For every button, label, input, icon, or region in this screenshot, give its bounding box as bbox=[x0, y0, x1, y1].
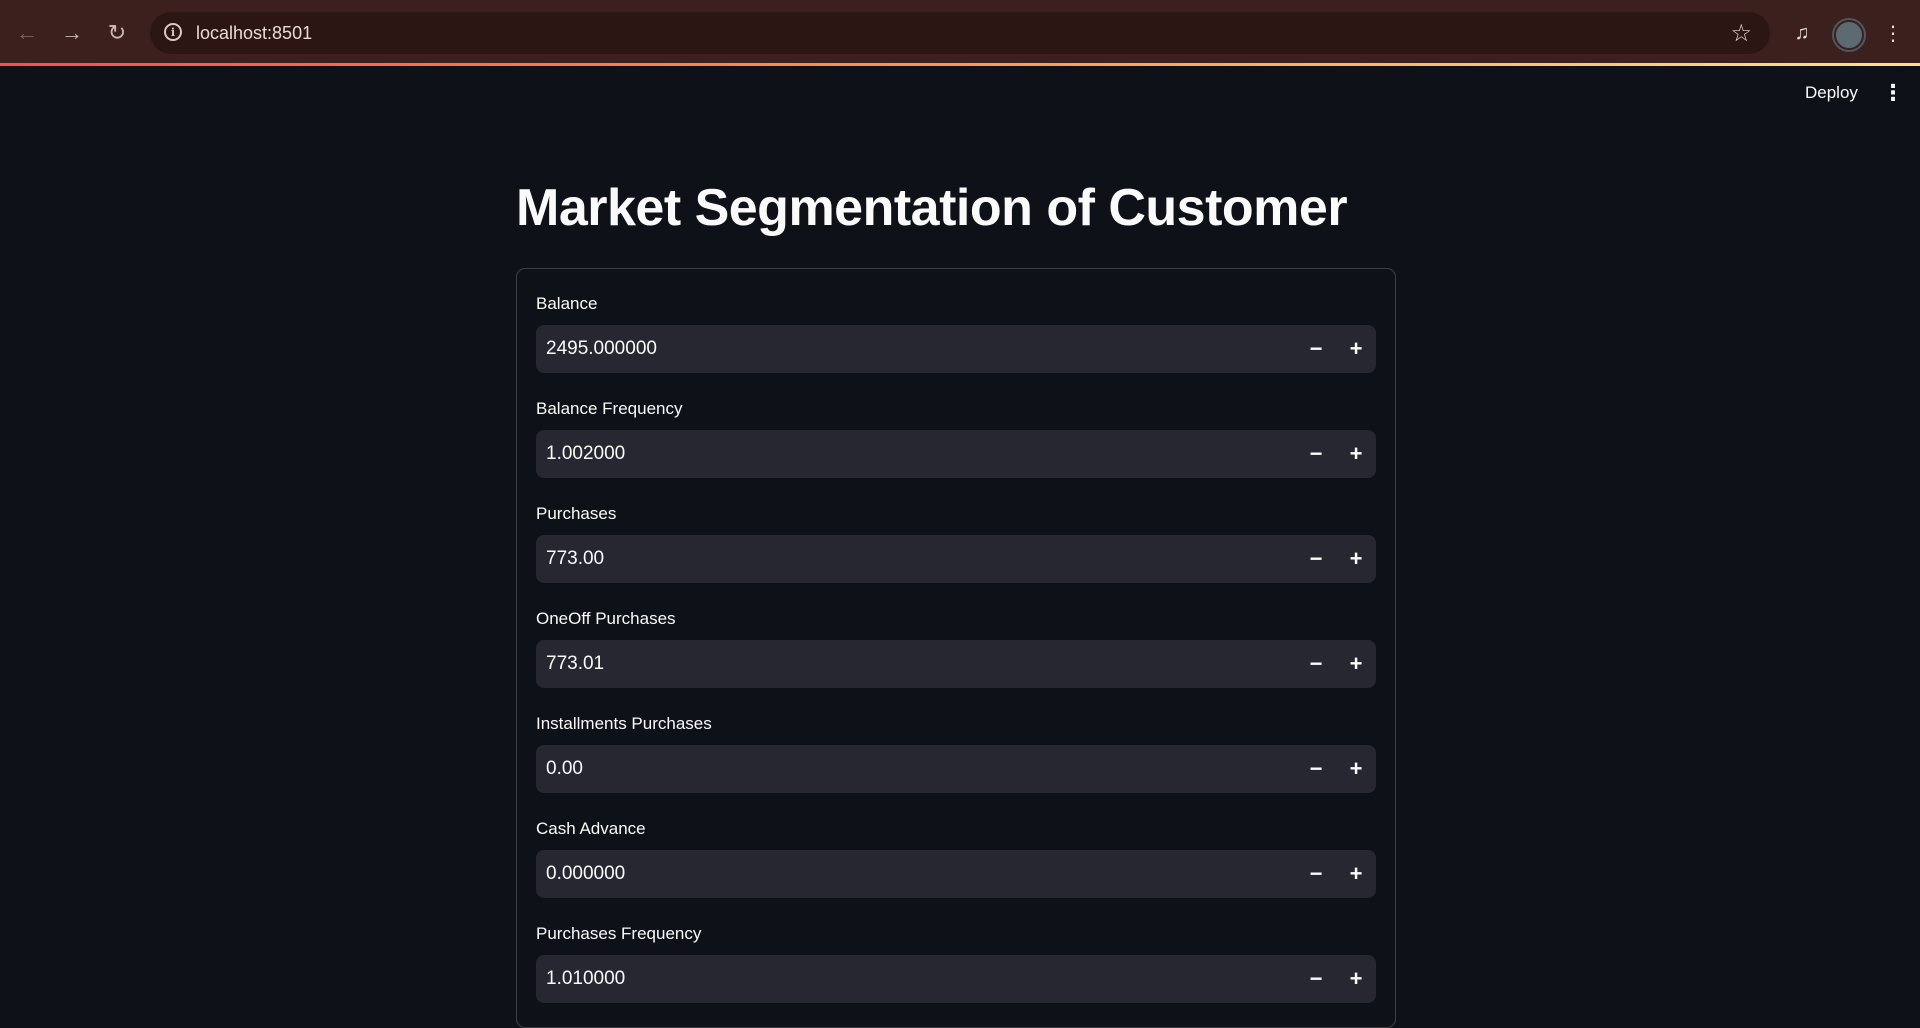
number-input: 773.01 − + bbox=[536, 640, 1376, 688]
purchases-field: Purchases 773.00 − + bbox=[536, 503, 1376, 583]
increment-button[interactable]: + bbox=[1336, 535, 1376, 583]
decrement-button[interactable]: − bbox=[1296, 325, 1336, 373]
browser-toolbar: ← → ↻ i localhost:8501 ☆ ♫ ⋮ bbox=[0, 0, 1920, 64]
oneoff-purchases-input[interactable]: 773.01 bbox=[546, 640, 1246, 688]
field-label: Cash Advance bbox=[536, 819, 646, 838]
oneoff-purchases-field: OneOff Purchases 773.01 − + bbox=[536, 608, 1376, 688]
field-label: Purchases bbox=[536, 504, 617, 523]
avatar[interactable] bbox=[1834, 20, 1864, 50]
increment-button[interactable]: + bbox=[1336, 745, 1376, 793]
main-menu-icon[interactable]: ⋮ bbox=[1882, 80, 1904, 106]
decoration-bar bbox=[0, 63, 1920, 66]
forward-button[interactable]: → bbox=[55, 16, 89, 50]
decrement-button[interactable]: − bbox=[1296, 535, 1336, 583]
back-button[interactable]: ← bbox=[10, 16, 44, 50]
installments-purchases-field: Installments Purchases 0.00 − + bbox=[536, 713, 1376, 793]
number-input: 0.000000 − + bbox=[536, 850, 1376, 898]
decrement-button[interactable]: − bbox=[1296, 430, 1336, 478]
arrow-left-icon: ← bbox=[16, 20, 38, 45]
address-bar[interactable]: i localhost:8501 ☆ bbox=[150, 12, 1770, 54]
increment-button[interactable]: + bbox=[1336, 955, 1376, 1003]
purchases-input[interactable]: 773.00 bbox=[546, 535, 1246, 583]
installments-purchases-input[interactable]: 0.00 bbox=[546, 745, 1246, 793]
star-icon[interactable]: ☆ bbox=[1730, 19, 1752, 48]
field-label: OneOff Purchases bbox=[536, 609, 676, 628]
page-title: Market Segmentation of Customer bbox=[516, 179, 1348, 237]
increment-button[interactable]: + bbox=[1336, 850, 1376, 898]
input-form: Balance 2495.000000 − + Balance Frequenc… bbox=[516, 268, 1396, 1028]
decrement-button[interactable]: − bbox=[1296, 850, 1336, 898]
kebab-menu-icon[interactable]: ⋮ bbox=[1876, 16, 1910, 50]
purchases-frequency-input[interactable]: 1.010000 bbox=[546, 955, 1246, 1003]
balance-input[interactable]: 2495.000000 bbox=[546, 325, 1246, 373]
number-input: 2495.000000 − + bbox=[536, 325, 1376, 373]
increment-button[interactable]: + bbox=[1336, 640, 1376, 688]
decrement-button[interactable]: − bbox=[1296, 640, 1336, 688]
number-input: 0.00 − + bbox=[536, 745, 1376, 793]
deploy-button[interactable]: Deploy bbox=[1795, 80, 1868, 106]
balance-frequency-field: Balance Frequency 1.002000 − + bbox=[536, 398, 1376, 478]
info-icon[interactable]: i bbox=[164, 23, 182, 41]
arrow-right-icon: → bbox=[61, 20, 83, 45]
purchases-frequency-field: Purchases Frequency 1.010000 − + bbox=[536, 923, 1376, 1003]
balance-field: Balance 2495.000000 − + bbox=[536, 293, 1376, 373]
number-input: 1.010000 − + bbox=[536, 955, 1376, 1003]
cash-advance-field: Cash Advance 0.000000 − + bbox=[536, 818, 1376, 898]
decrement-button[interactable]: − bbox=[1296, 745, 1336, 793]
decrement-button[interactable]: − bbox=[1296, 955, 1336, 1003]
reload-button[interactable]: ↻ bbox=[100, 16, 134, 50]
increment-button[interactable]: + bbox=[1336, 430, 1376, 478]
number-input: 773.00 − + bbox=[536, 535, 1376, 583]
balance-frequency-input[interactable]: 1.002000 bbox=[546, 430, 1246, 478]
field-label: Balance Frequency bbox=[536, 399, 683, 418]
field-label: Balance bbox=[536, 294, 598, 313]
url-text[interactable]: localhost:8501 bbox=[196, 23, 312, 44]
number-input: 1.002000 − + bbox=[536, 430, 1376, 478]
cash-advance-input[interactable]: 0.000000 bbox=[546, 850, 1246, 898]
reload-icon: ↻ bbox=[107, 20, 127, 45]
field-label: Purchases Frequency bbox=[536, 924, 702, 943]
media-queue-icon[interactable]: ♫ bbox=[1785, 16, 1819, 50]
field-label: Installments Purchases bbox=[536, 714, 712, 733]
increment-button[interactable]: + bbox=[1336, 325, 1376, 373]
